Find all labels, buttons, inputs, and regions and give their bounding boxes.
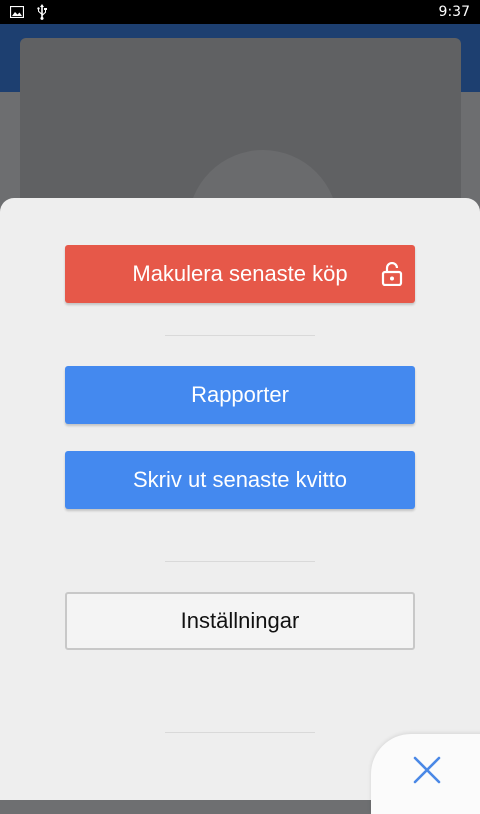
unlock-icon: [381, 261, 403, 292]
settings-label: Inställningar: [180, 608, 300, 633]
usb-icon: [36, 4, 48, 20]
status-icons: [10, 4, 48, 20]
void-last-purchase-label: Makulera senaste köp: [132, 261, 348, 286]
void-last-purchase-button[interactable]: Makulera senaste köp: [65, 245, 415, 303]
reports-button[interactable]: Rapporter: [65, 366, 415, 424]
reprint-receipt-label: Skriv ut senaste kvitto: [133, 467, 347, 492]
divider: [165, 335, 315, 336]
reports-label: Rapporter: [191, 382, 289, 407]
close-icon: [413, 756, 441, 784]
action-sheet: Makulera senaste köp Rapporter Skriv ut …: [0, 198, 480, 800]
close-button[interactable]: [371, 734, 480, 814]
divider: [165, 732, 315, 733]
image-icon: [10, 6, 24, 18]
settings-button[interactable]: Inställningar: [65, 592, 415, 650]
status-time: 9:37: [438, 4, 470, 20]
reprint-receipt-button[interactable]: Skriv ut senaste kvitto: [65, 451, 415, 509]
divider: [165, 561, 315, 562]
status-bar: 9:37: [0, 0, 480, 24]
